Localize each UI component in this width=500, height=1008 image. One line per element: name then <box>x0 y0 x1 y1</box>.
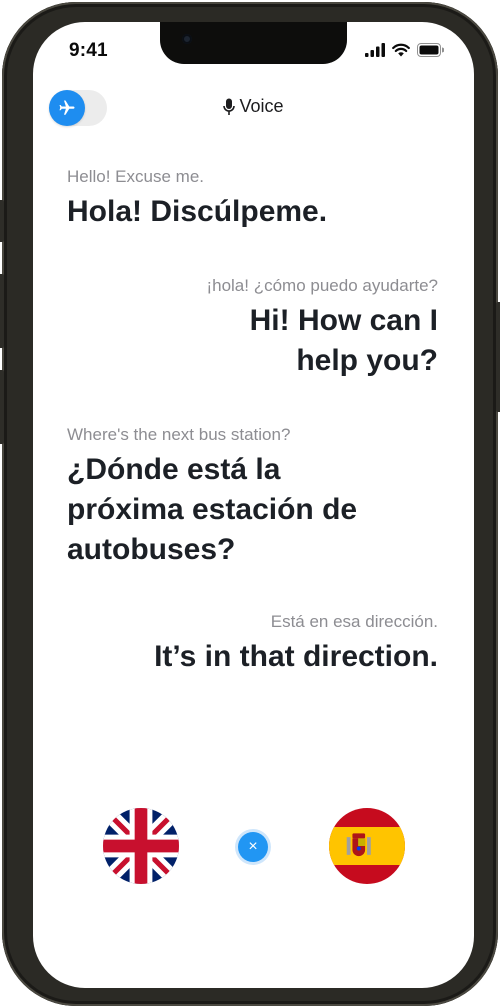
message-original: Hello! Excuse me. <box>67 167 204 186</box>
uk-flag-icon[interactable] <box>103 808 179 884</box>
screen: 9:41 Voice Hello! Excuse me. Hola! Discú… <box>33 22 474 988</box>
status-time: 9:41 <box>69 40 108 61</box>
message-original: Está en esa dirección. <box>270 612 438 631</box>
header: Voice <box>33 96 474 117</box>
message-original: Where's the next bus station? <box>67 425 291 444</box>
message-1: Hello! Excuse me. Hola! Discúlpeme. <box>67 166 467 232</box>
message-translation: ¿Dónde está la próxima estación de autob… <box>67 453 358 566</box>
phone-frame: 9:41 Voice Hello! Excuse me. Hola! Discú… <box>0 2 500 1006</box>
page-title: Voice <box>239 96 284 116</box>
message-3: Where's the next bus station? ¿Dónde est… <box>67 424 387 570</box>
power-button <box>496 302 500 412</box>
swap-languages-button[interactable]: × <box>238 832 268 862</box>
message-4: Está en esa dirección. It’s in that dire… <box>33 611 438 677</box>
mute-switch <box>0 200 4 242</box>
message-translation: Hi! How can I help you? <box>249 304 438 377</box>
message-2: ¡hola! ¿cómo puedo ayudarte? Hi! How can… <box>33 275 438 381</box>
close-icon: × <box>248 838 258 855</box>
message-translation: Hola! Discúlpeme. <box>67 195 328 228</box>
camera <box>182 34 192 44</box>
signal-icon <box>365 43 385 57</box>
status-icons <box>365 43 444 57</box>
language-bar: × <box>33 808 474 888</box>
volume-up-button <box>0 274 4 348</box>
message-translation: It’s in that direction. <box>154 640 438 673</box>
wifi-icon <box>392 43 410 57</box>
battery-icon <box>417 43 444 57</box>
microphone-icon <box>223 98 236 115</box>
spain-flag-icon[interactable] <box>329 808 405 884</box>
message-original: ¡hola! ¿cómo puedo ayudarte? <box>206 276 438 295</box>
volume-down-button <box>0 370 4 444</box>
notch <box>160 22 347 64</box>
